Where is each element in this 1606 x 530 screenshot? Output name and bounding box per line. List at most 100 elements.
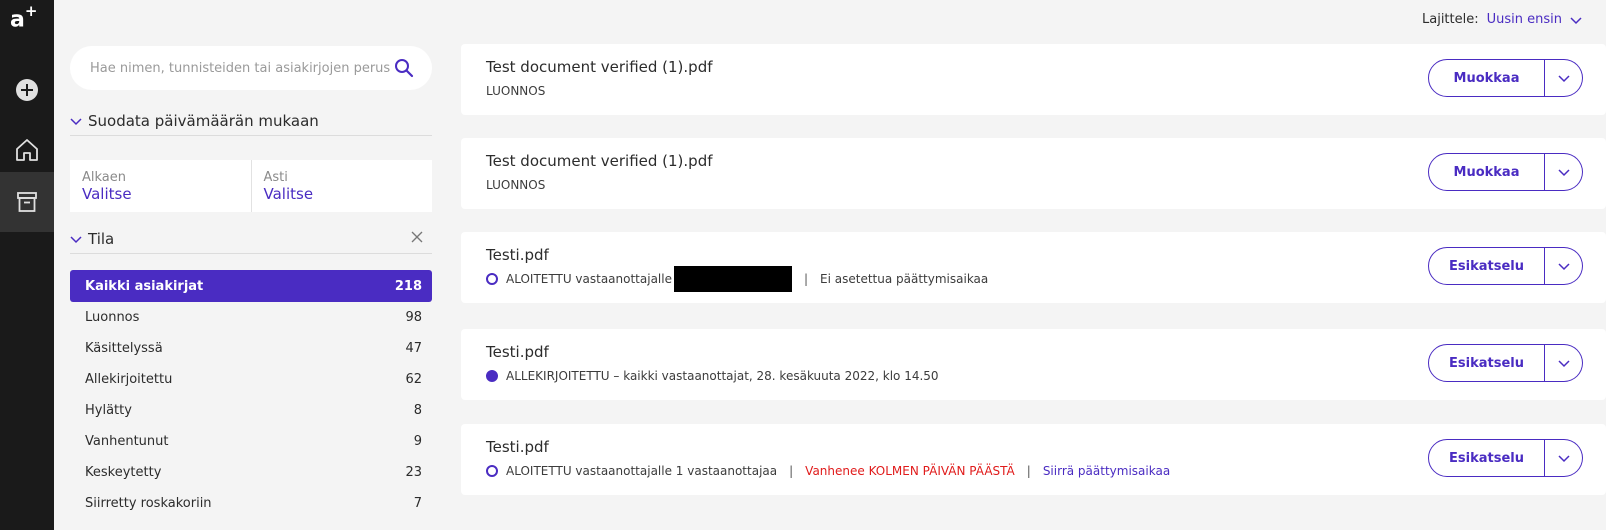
- status-item-label: Siirretty roskakoriin: [85, 496, 212, 511]
- status-circle-icon: [486, 273, 498, 285]
- archive-icon: [17, 192, 37, 212]
- date-from-field[interactable]: Alkaen Valitse: [70, 160, 251, 212]
- clear-filter-icon[interactable]: [410, 230, 424, 244]
- redacted-recipient: [673, 266, 792, 292]
- status-item-count: 9: [413, 434, 422, 449]
- status-item-label: Käsittelyssä: [85, 341, 163, 356]
- date-range: Alkaen Valitse Asti Valitse: [70, 160, 432, 212]
- filter-sidebar: Suodata päivämäärän mukaan Alkaen Valits…: [70, 46, 432, 511]
- expiry-warning: Vanhenee KOLMEN PÄIVÄN PÄÄSTÄ: [805, 464, 1015, 478]
- more-actions-button[interactable]: [1545, 439, 1583, 477]
- status-item-rejected[interactable]: Hylätty 8: [70, 395, 432, 426]
- document-status: ALOITETTU vastaanottajalle 1 vastaanotta…: [486, 464, 1170, 478]
- status-item-trash[interactable]: Siirretty roskakoriin 7: [70, 488, 432, 519]
- search-icon[interactable]: [394, 58, 414, 78]
- action-button-group: Muokkaa: [1428, 153, 1583, 191]
- left-rail: a+: [0, 0, 54, 530]
- document-status: ALOITETTU vastaanottajalle | Ei asetettu…: [486, 266, 988, 292]
- more-actions-button[interactable]: [1545, 59, 1583, 97]
- document-title[interactable]: Testi.pdf: [486, 438, 549, 456]
- date-from-value[interactable]: Valitse: [82, 185, 239, 204]
- chevron-down-icon: [70, 112, 88, 130]
- preview-button[interactable]: Esikatselu: [1428, 344, 1545, 382]
- status-item-count: 47: [405, 341, 422, 356]
- chevron-down-icon: [1557, 360, 1570, 368]
- status-list: Kaikki asiakirjat 218 Luonnos 98 Käsitte…: [70, 270, 432, 519]
- document-title[interactable]: Test document verified (1).pdf: [486, 58, 713, 76]
- chevron-down-icon: [1557, 455, 1570, 463]
- add-button[interactable]: [0, 60, 54, 120]
- document-title[interactable]: Test document verified (1).pdf: [486, 152, 713, 170]
- preview-button[interactable]: Esikatselu: [1428, 247, 1545, 285]
- date-to-field[interactable]: Asti Valitse: [250, 160, 433, 212]
- search-input[interactable]: [90, 46, 390, 90]
- date-filter-toggle[interactable]: Suodata päivämäärän mukaan: [70, 106, 432, 136]
- action-button-group: Esikatselu: [1428, 344, 1583, 382]
- chevron-down-icon: [70, 230, 88, 248]
- status-item-expired[interactable]: Vanhentunut 9: [70, 426, 432, 457]
- date-filter-heading: Suodata päivämäärän mukaan: [88, 111, 319, 130]
- preview-button[interactable]: Esikatselu: [1428, 439, 1545, 477]
- document-card[interactable]: Testi.pdf ALOITETTU vastaanottajalle | E…: [461, 232, 1606, 303]
- sort-select[interactable]: Uusin ensin: [1487, 12, 1562, 27]
- chevron-down-icon: [1557, 263, 1570, 271]
- status-item-in-progress[interactable]: Käsittelyssä 47: [70, 333, 432, 364]
- status-item-cancelled[interactable]: Keskeytetty 23: [70, 457, 432, 488]
- status-text: ALOITETTU vastaanottajalle 1 vastaanotta…: [506, 464, 778, 478]
- search-box: [70, 46, 432, 90]
- status-text: LUONNOS: [486, 84, 546, 98]
- more-actions-button[interactable]: [1545, 247, 1583, 285]
- home-icon: [16, 139, 38, 161]
- document-title[interactable]: Testi.pdf: [486, 246, 549, 264]
- document-status: LUONNOS: [486, 84, 545, 98]
- sort-control: Lajittele: Uusin ensin: [1422, 12, 1582, 27]
- sort-label: Lajittele:: [1422, 12, 1479, 27]
- status-filter-toggle[interactable]: Tila: [70, 224, 432, 254]
- plus-circle-icon: [16, 79, 38, 101]
- status-item-count: 7: [413, 496, 422, 511]
- document-card[interactable]: Test document verified (1).pdf LUONNOS M…: [461, 138, 1606, 209]
- status-filter-heading: Tila: [88, 229, 115, 248]
- date-from-label: Alkaen: [82, 170, 127, 185]
- status-text: ALLEKIRJOITETTU – kaikki vastaanottajat,…: [506, 369, 939, 383]
- status-item-label: Vanhentunut: [85, 434, 169, 449]
- archive-button[interactable]: [0, 172, 54, 232]
- status-filled-circle-icon: [486, 370, 498, 382]
- status-item-count: 8: [413, 403, 422, 418]
- document-title[interactable]: Testi.pdf: [486, 343, 549, 361]
- chevron-down-icon: [1557, 169, 1570, 177]
- status-item-signed[interactable]: Allekirjoitettu 62: [70, 364, 432, 395]
- status-item-all[interactable]: Kaikki asiakirjat 218: [70, 270, 432, 302]
- chevron-down-icon: [1557, 75, 1570, 83]
- edit-button[interactable]: Muokkaa: [1428, 153, 1545, 191]
- status-item-label: Luonnos: [85, 310, 140, 325]
- chevron-down-icon[interactable]: [1570, 14, 1582, 26]
- status-item-draft[interactable]: Luonnos 98: [70, 302, 432, 333]
- deadline-text: Ei asetettua päättymisaikaa: [820, 272, 989, 286]
- status-item-count: 218: [394, 278, 422, 294]
- status-item-label: Hylätty: [85, 403, 132, 418]
- status-item-label: Kaikki asiakirjat: [85, 278, 204, 294]
- status-circle-icon: [486, 465, 498, 477]
- app-logo[interactable]: a+: [10, 0, 37, 33]
- date-to-value[interactable]: Valitse: [264, 185, 421, 204]
- move-deadline-link[interactable]: Siirrä päättymisaikaa: [1043, 464, 1170, 478]
- date-to-label: Asti: [263, 170, 288, 185]
- document-card[interactable]: Testi.pdf ALOITETTU vastaanottajalle 1 v…: [461, 424, 1606, 495]
- edit-button[interactable]: Muokkaa: [1428, 59, 1545, 97]
- status-item-label: Allekirjoitettu: [85, 372, 173, 387]
- status-item-label: Keskeytetty: [85, 465, 162, 480]
- home-button[interactable]: [0, 120, 54, 180]
- separator: |: [803, 272, 809, 286]
- status-text: LUONNOS: [486, 178, 546, 192]
- action-button-group: Esikatselu: [1428, 247, 1583, 285]
- separator: |: [789, 464, 794, 478]
- document-card[interactable]: Test document verified (1).pdf LUONNOS M…: [461, 44, 1606, 115]
- document-card[interactable]: Testi.pdf ALLEKIRJOITETTU – kaikki vasta…: [461, 329, 1606, 400]
- more-actions-button[interactable]: [1545, 344, 1583, 382]
- document-status: LUONNOS: [486, 178, 545, 192]
- status-text: ALOITETTU vastaanottajalle: [506, 272, 672, 286]
- more-actions-button[interactable]: [1545, 153, 1583, 191]
- action-button-group: Muokkaa: [1428, 59, 1583, 97]
- status-item-count: 23: [405, 465, 422, 480]
